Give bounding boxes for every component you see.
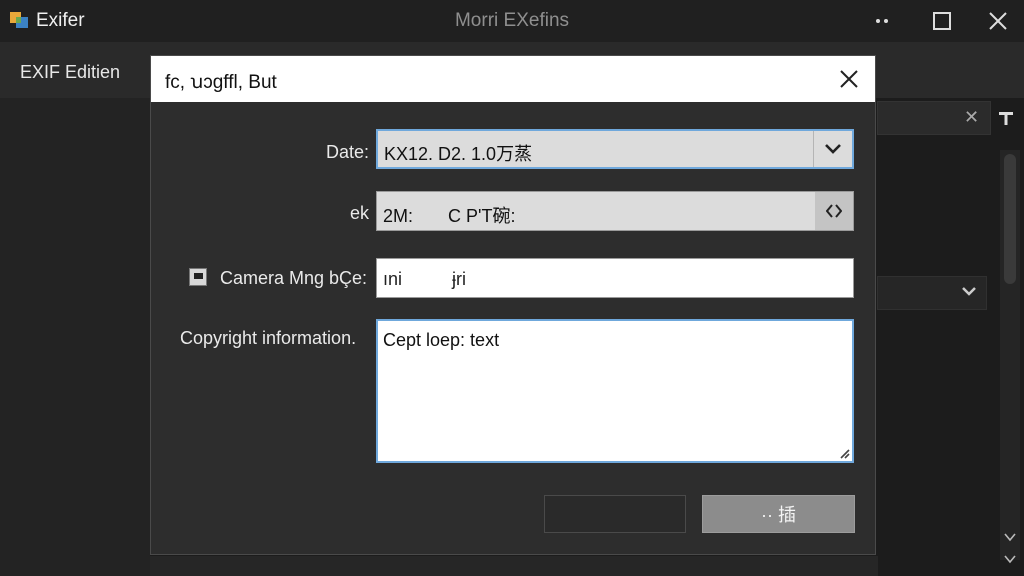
copyright-value: Cept loep: text <box>383 330 500 350</box>
camera-input[interactable]: ıni ɉri <box>376 258 854 298</box>
clear-search-icon[interactable]: ✕ <box>964 107 979 128</box>
minimize-button[interactable] <box>854 0 910 42</box>
camera-value: ıni ɉri <box>383 269 467 289</box>
scroll-end-button[interactable] <box>1000 550 1020 568</box>
second-combobox[interactable]: 2M: C P'T碗: <box>376 191 854 231</box>
chevron-down-icon <box>1004 555 1016 564</box>
chevron-down-icon <box>1004 533 1016 542</box>
maximize-icon <box>933 12 951 30</box>
left-panel <box>0 98 150 576</box>
second-field-label: ek <box>349 203 369 223</box>
secondary-button[interactable] <box>544 495 686 533</box>
chevron-down-icon <box>962 287 976 296</box>
close-icon <box>989 12 1007 30</box>
scrollbar-thumb[interactable] <box>1004 154 1016 284</box>
close-icon <box>840 70 858 88</box>
second-field-value: 2M: C P'T碗: <box>383 206 516 226</box>
camera-label: Camera Mng bÇe: <box>220 268 368 288</box>
window-close-button[interactable] <box>970 0 1024 42</box>
date-dropdown-button[interactable] <box>813 131 852 167</box>
spinner-icon <box>826 204 842 218</box>
second-field-spinner[interactable] <box>815 192 853 230</box>
maximize-button[interactable] <box>914 0 970 42</box>
copyright-textarea[interactable]: Cept loep: text <box>376 319 854 463</box>
scroll-down-button[interactable] <box>1000 528 1020 546</box>
menu-item-exif-edit[interactable]: EXIF Editien <box>20 62 120 83</box>
dialog-close-button[interactable] <box>831 64 867 94</box>
dialog-header: fc, ꭒɔgffl, But <box>151 56 875 102</box>
filter-button[interactable] <box>992 104 1020 132</box>
date-label: Date: <box>325 142 369 162</box>
filter-icon <box>999 112 1013 125</box>
status-bar <box>150 556 878 576</box>
minimize-icon <box>876 19 888 23</box>
primary-button[interactable]: ·· 插 <box>702 495 855 533</box>
camera-checkbox[interactable] <box>189 268 207 286</box>
date-combobox[interactable]: KX12. D2. 1.0万蒸 <box>376 129 854 169</box>
chevron-down-icon <box>825 144 841 154</box>
resize-grip-icon[interactable] <box>838 447 850 459</box>
date-value: KX12. D2. 1.0万蒸 <box>384 144 533 164</box>
exif-edit-dialog: fc, ꭒɔgffl, But Date: KX12. D2. 1.0万蒸 ek… <box>150 55 876 555</box>
dialog-title: fc, ꭒɔgffl, But <box>165 72 277 93</box>
copyright-label: Copyright information. <box>180 328 357 348</box>
checkbox-check-icon <box>193 272 203 279</box>
